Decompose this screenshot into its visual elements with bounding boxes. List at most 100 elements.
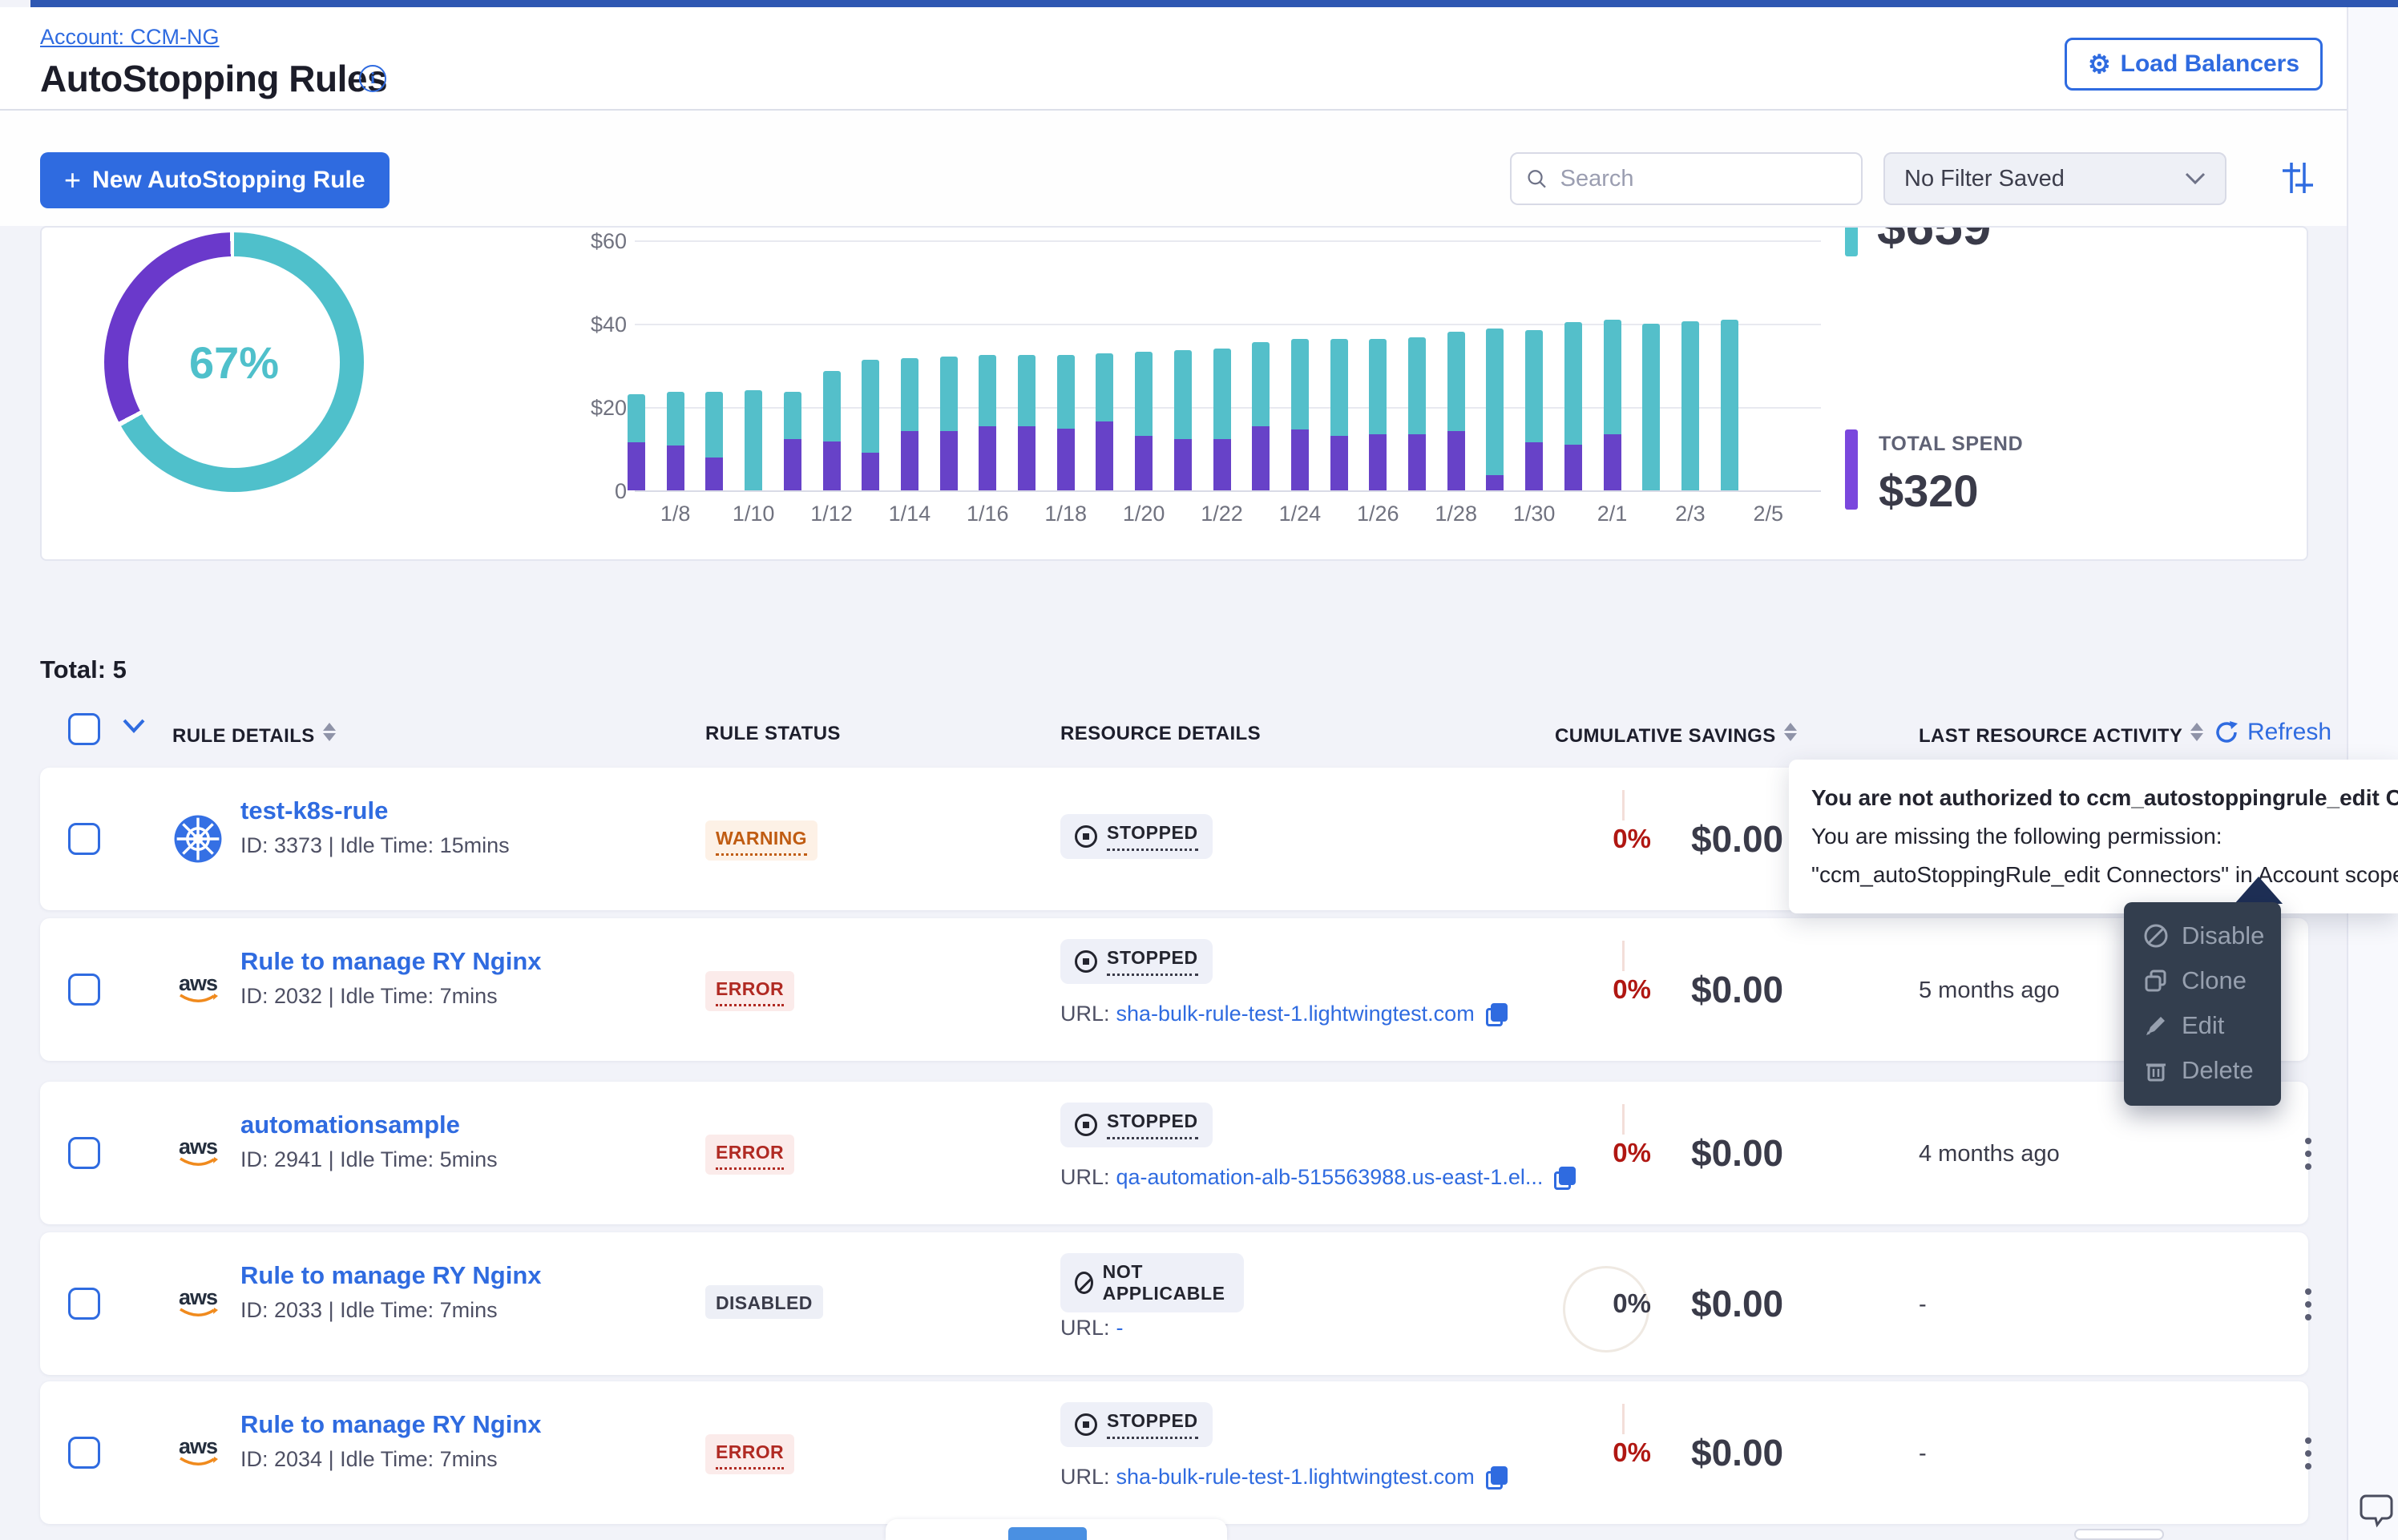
savings-amount: $0.00 bbox=[1691, 968, 1783, 1011]
row-actions-menu-button[interactable] bbox=[2289, 1428, 2327, 1479]
pagination-bar[interactable] bbox=[886, 1519, 1227, 1540]
account-breadcrumb[interactable]: Account: CCM-NG bbox=[40, 25, 220, 50]
table-row[interactable]: aws Rule to manage RY Nginx ID: 2034 | I… bbox=[40, 1381, 2308, 1524]
rule-name-link[interactable]: automationsample bbox=[240, 1111, 460, 1139]
new-autostopping-rule-button[interactable]: + New AutoStopping Rule bbox=[40, 152, 390, 208]
table-row[interactable]: aws Rule to manage RY Nginx ID: 2032 | I… bbox=[40, 918, 2308, 1061]
x-axis-tick: 1/16 bbox=[951, 502, 1023, 526]
resource-state-pill[interactable]: STOPPED bbox=[1060, 814, 1213, 859]
stopped-icon bbox=[1075, 1114, 1097, 1136]
resource-state-pill[interactable]: STOPPED bbox=[1060, 1103, 1213, 1147]
bar-spend bbox=[784, 439, 801, 490]
permission-tooltip: You are not authorized to ccm_autostoppi… bbox=[1789, 760, 2398, 913]
bar-spend bbox=[1564, 445, 1582, 490]
sort-icon bbox=[323, 723, 336, 741]
rule-status-badge[interactable]: ERROR bbox=[705, 1135, 794, 1175]
bulk-actions-chevron-icon[interactable] bbox=[122, 718, 146, 738]
search-icon bbox=[1526, 167, 1548, 191]
refresh-button[interactable]: Refresh bbox=[2209, 718, 2336, 747]
col-last-resource-activity[interactable]: LAST RESOURCE ACTIVITY bbox=[1919, 723, 2203, 748]
x-axis-tick: 2/3 bbox=[1654, 502, 1726, 526]
col-resource-details: RESOURCE DETAILS bbox=[1060, 723, 1261, 745]
pagination-current-page[interactable] bbox=[1008, 1527, 1087, 1540]
not-applicable-icon bbox=[1075, 1272, 1093, 1294]
bar-spend bbox=[667, 445, 684, 490]
rule-name-link[interactable]: Rule to manage RY Nginx bbox=[240, 1410, 542, 1439]
rule-meta: ID: 2033 | Idle Time: 7mins bbox=[240, 1298, 498, 1323]
row-checkbox[interactable] bbox=[68, 974, 100, 1006]
url-line: URL:qa-automation-alb-515563988.us-east-… bbox=[1060, 1165, 1575, 1190]
savings-percent: 0% bbox=[1563, 1138, 1651, 1168]
row-checkbox[interactable] bbox=[68, 1288, 100, 1320]
bar-spend bbox=[1252, 426, 1270, 490]
rule-name-link[interactable]: Rule to manage RY Nginx bbox=[240, 1261, 542, 1290]
menu-item-edit[interactable]: Edit bbox=[2124, 1003, 2281, 1048]
y-axis-tick: 0 bbox=[555, 479, 627, 504]
bar-savings bbox=[1291, 339, 1309, 429]
chat-bubble-icon bbox=[2360, 1491, 2396, 1528]
bar-savings bbox=[784, 392, 801, 439]
search-input[interactable] bbox=[1559, 165, 1847, 193]
bar-spend bbox=[1408, 434, 1426, 490]
menu-item-disable[interactable]: Disable bbox=[2124, 913, 2281, 958]
clone-icon bbox=[2143, 968, 2169, 994]
savings-percent: 0% bbox=[1563, 1288, 1651, 1319]
row-checkbox[interactable] bbox=[68, 1437, 100, 1469]
table-row[interactable]: aws automationsample ID: 2941 | Idle Tim… bbox=[40, 1082, 2308, 1224]
bar-savings bbox=[1135, 352, 1153, 436]
resource-url-link[interactable]: sha-bulk-rule-test-1.lightwingtest.com bbox=[1116, 1002, 1475, 1026]
filter-sliders-icon bbox=[2279, 159, 2316, 196]
savings-percent: 0% bbox=[1563, 974, 1651, 1005]
saved-filter-select[interactable]: No Filter Saved bbox=[1883, 152, 2226, 205]
rule-status-badge[interactable]: ERROR bbox=[705, 1434, 794, 1474]
bar-spend bbox=[1018, 426, 1036, 490]
total-savings-accent-bar bbox=[1845, 226, 1858, 256]
bar-savings bbox=[901, 358, 918, 430]
copy-icon[interactable] bbox=[1554, 1167, 1575, 1189]
copy-icon[interactable] bbox=[1486, 1466, 1507, 1489]
savings-progress-tick bbox=[1622, 1104, 1625, 1135]
stopped-icon bbox=[1075, 825, 1097, 848]
filter-panel-button[interactable] bbox=[2275, 159, 2315, 199]
rule-status-badge[interactable]: ERROR bbox=[705, 971, 794, 1011]
table-row[interactable]: aws Rule to manage RY Nginx ID: 2033 | I… bbox=[40, 1232, 2308, 1375]
rule-name-link[interactable]: test-k8s-rule bbox=[240, 796, 388, 825]
y-axis-tick: $60 bbox=[555, 229, 627, 254]
resource-url-link[interactable]: qa-automation-alb-515563988.us-east-1.el… bbox=[1116, 1165, 1544, 1190]
summary-card: 67% 0$20$40$601/81/101/121/141/161/181/2… bbox=[40, 226, 2308, 561]
last-activity: - bbox=[1919, 1441, 1927, 1467]
donut-center-label: 67% bbox=[189, 337, 279, 389]
resource-state-pill[interactable]: STOPPED bbox=[1060, 939, 1213, 984]
savings-progress-tick bbox=[1622, 941, 1625, 971]
row-checkbox[interactable] bbox=[68, 823, 100, 855]
resource-state-pill[interactable]: STOPPED bbox=[1060, 1402, 1213, 1447]
load-balancers-button[interactable]: ⚙ Load Balancers bbox=[2065, 38, 2323, 91]
bar-spend bbox=[1330, 436, 1348, 490]
row-actions-menu-button[interactable] bbox=[2289, 1279, 2327, 1330]
col-rule-details[interactable]: RULE DETAILS bbox=[172, 723, 336, 748]
help-chat-button[interactable] bbox=[2355, 1490, 2393, 1529]
savings-donut-chart: 67% bbox=[104, 232, 364, 492]
rule-name-link[interactable]: Rule to manage RY Nginx bbox=[240, 947, 542, 976]
rows-per-page-button[interactable] bbox=[2074, 1529, 2164, 1540]
bar-savings bbox=[1096, 353, 1113, 421]
resource-url-link[interactable]: sha-bulk-rule-test-1.lightwingtest.com bbox=[1116, 1465, 1475, 1490]
bar-spend bbox=[940, 431, 958, 490]
select-all-checkbox[interactable] bbox=[68, 713, 100, 745]
rule-status-badge[interactable]: WARNING bbox=[705, 820, 818, 861]
menu-item-delete[interactable]: Delete bbox=[2124, 1048, 2281, 1093]
x-axis-tick: 1/22 bbox=[1186, 502, 1258, 526]
row-actions-menu-button[interactable] bbox=[2289, 1128, 2327, 1179]
copy-icon[interactable] bbox=[1486, 1003, 1507, 1026]
resource-url-link[interactable]: - bbox=[1116, 1316, 1124, 1340]
col-cumulative-savings[interactable]: CUMULATIVE SAVINGS bbox=[1555, 723, 1797, 748]
context-menu-arrow bbox=[2234, 877, 2283, 904]
x-axis-tick: 1/20 bbox=[1108, 502, 1180, 526]
rule-meta: ID: 2941 | Idle Time: 5mins bbox=[240, 1147, 498, 1172]
resource-state-pill: NOT APPLICABLE bbox=[1060, 1253, 1244, 1312]
row-checkbox[interactable] bbox=[68, 1137, 100, 1169]
info-icon[interactable]: i bbox=[359, 65, 386, 92]
menu-item-clone[interactable]: Clone bbox=[2124, 958, 2281, 1003]
total-savings-value: $659 bbox=[1877, 226, 1991, 256]
autostopping-rules-page: Account: CCM-NG AutoStopping Rules i ⚙ L… bbox=[0, 0, 2398, 1540]
